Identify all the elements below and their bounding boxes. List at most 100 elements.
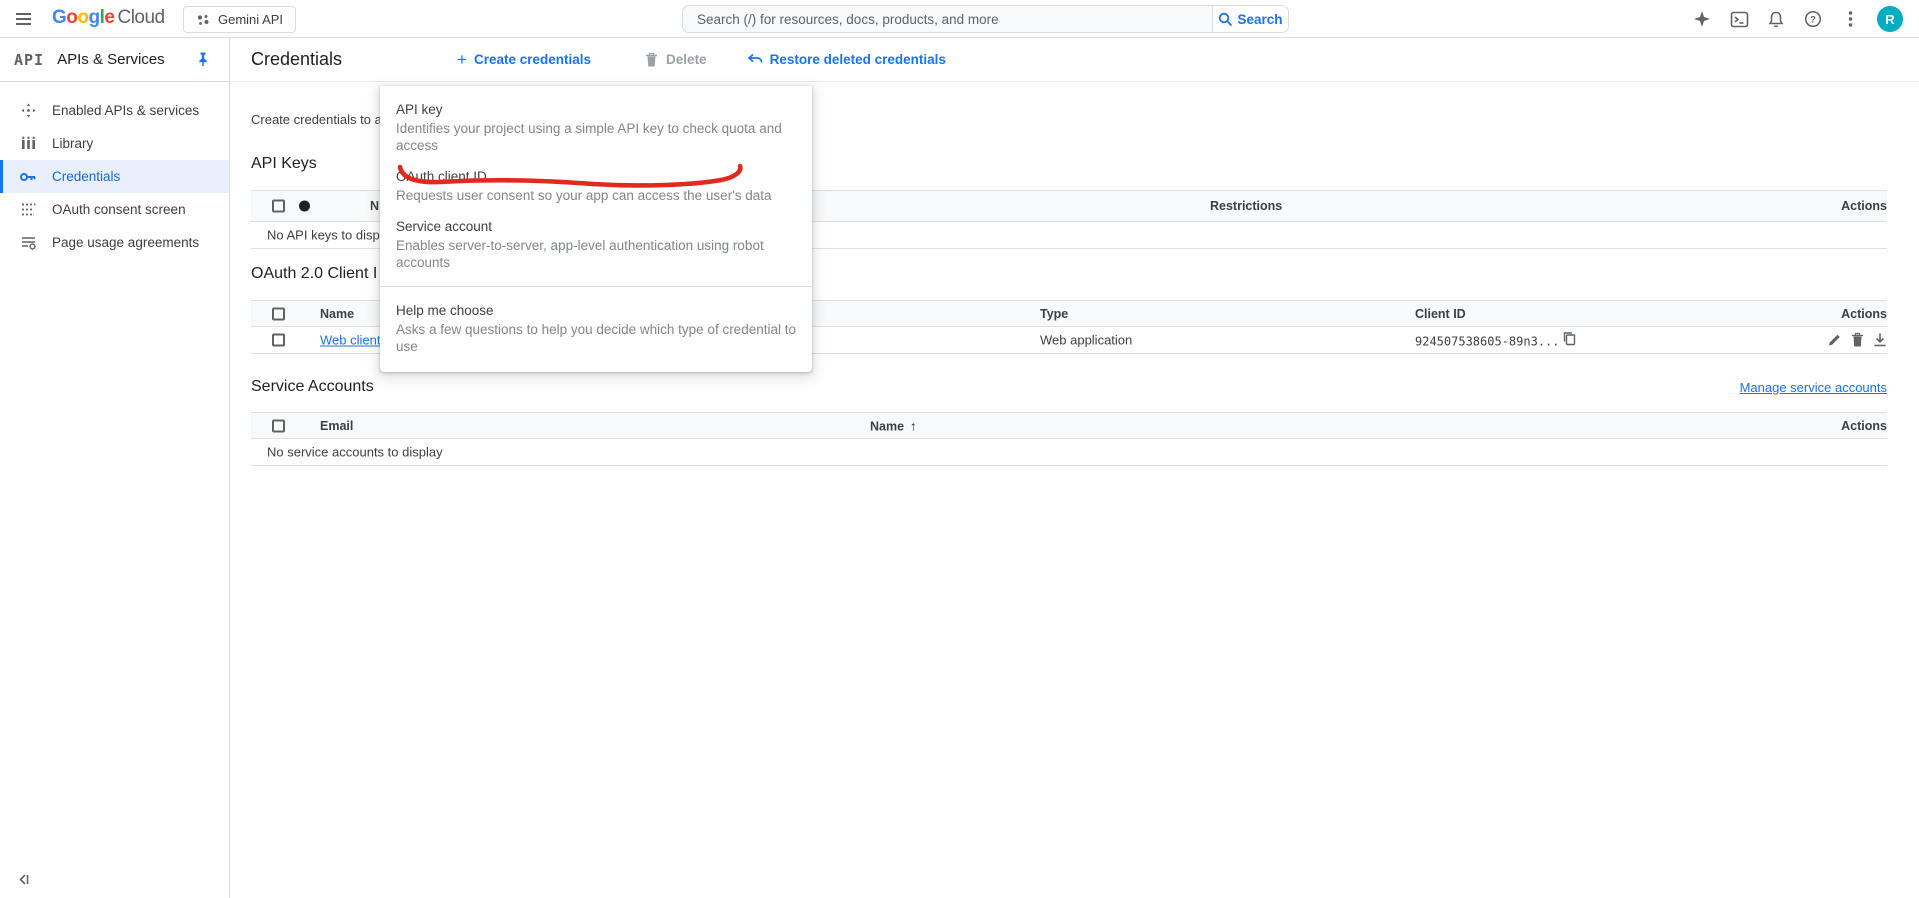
menu-item-service-account[interactable]: Service account Enables server-to-server… <box>380 211 812 278</box>
oauth-clients-heading: OAuth 2.0 Client I <box>251 265 377 283</box>
service-accounts-empty-row: No service accounts to display <box>251 439 1887 466</box>
create-credentials-menu: API key Identifies your project using a … <box>380 86 812 372</box>
delete-icon[interactable] <box>1851 333 1864 348</box>
plus-icon: + <box>457 51 467 68</box>
restore-credentials-button[interactable]: Restore deleted credentials <box>747 52 946 67</box>
gemini-sparkle-icon[interactable] <box>1692 9 1712 29</box>
service-accounts-empty-text: No service accounts to display <box>267 445 443 460</box>
project-name: Gemini API <box>218 12 283 27</box>
key-icon <box>19 168 37 186</box>
logo-letter: g <box>89 7 100 28</box>
logo-cloud-text: Cloud <box>117 7 164 28</box>
project-selector[interactable]: Gemini API <box>183 6 296 33</box>
page-toolbar: Credentials + Create credentials Delete … <box>230 38 1919 82</box>
collapse-sidebar-icon[interactable] <box>16 872 32 888</box>
logo-letter: o <box>66 7 77 28</box>
create-credentials-button[interactable]: + Create credentials <box>457 51 591 68</box>
library-icon <box>19 135 37 153</box>
sidebar-nav: Enabled APIs & services Library Credenti… <box>0 82 229 259</box>
search-input[interactable] <box>683 6 1212 32</box>
search-button[interactable]: Search <box>1212 6 1288 32</box>
menu-item-help-me-choose[interactable]: Help me choose Asks a few questions to h… <box>380 295 812 362</box>
menu-icon[interactable] <box>14 9 34 29</box>
oauth-client-id-value: 924507538605-89n3... <box>1415 335 1560 349</box>
menu-divider <box>380 286 812 287</box>
oauth-client-id-cell: 924507538605-89n3... <box>1415 332 1576 349</box>
logo-letter: o <box>77 7 88 28</box>
menu-item-title: API key <box>396 101 796 118</box>
logo-letter: e <box>104 7 114 28</box>
search-button-label: Search <box>1237 12 1282 27</box>
copy-icon[interactable] <box>1563 332 1576 346</box>
top-bar: GoogleCloud Gemini API Search <box>0 0 1919 38</box>
menu-item-api-key[interactable]: API key Identifies your project using a … <box>380 94 812 161</box>
menu-item-title: OAuth client ID <box>396 168 796 185</box>
select-all-checkbox[interactable] <box>272 200 285 213</box>
menu-item-oauth-client-id[interactable]: OAuth client ID Requests user consent so… <box>380 161 812 211</box>
pin-icon[interactable] <box>195 51 211 67</box>
oauth-row-actions <box>1827 333 1887 348</box>
name-column-header[interactable]: N <box>370 199 379 213</box>
select-all-checkbox[interactable] <box>272 419 285 432</box>
svg-text:?: ? <box>1810 14 1816 25</box>
sidebar-item-oauth-consent[interactable]: OAuth consent screen <box>0 193 229 226</box>
actions-column-header: Actions <box>1841 307 1887 321</box>
sidebar-item-label: Credentials <box>52 169 120 184</box>
menu-item-description: Asks a few questions to help you decide … <box>396 321 796 355</box>
menu-item-description: Requests user consent so your app can ac… <box>396 187 796 204</box>
top-bar-actions: ? R <box>1692 0 1903 38</box>
more-options-icon[interactable] <box>1840 9 1860 29</box>
logo-letter: G <box>52 7 66 28</box>
select-all-checkbox[interactable] <box>272 307 285 320</box>
api-product-icon: API <box>14 51 44 69</box>
project-icon <box>196 13 210 27</box>
sidebar-item-label: OAuth consent screen <box>52 202 186 217</box>
delete-button[interactable]: Delete <box>644 52 707 68</box>
status-dot-icon <box>299 201 310 212</box>
service-accounts-table-header: Email Name↑ Actions <box>251 412 1887 439</box>
undo-arrow-icon <box>747 53 763 67</box>
page-title: Credentials <box>251 49 342 70</box>
name-column-header[interactable]: Name <box>320 307 354 321</box>
sidebar-item-label: Page usage agreements <box>52 235 199 250</box>
sidebar-item-label: Library <box>52 136 93 151</box>
manage-service-accounts-link[interactable]: Manage service accounts <box>1740 380 1887 395</box>
client-id-column-header: Client ID <box>1415 307 1466 321</box>
global-search: Search <box>682 5 1289 33</box>
api-keys-empty-text: No API keys to displ <box>267 228 383 243</box>
sidebar-header: API APIs & Services <box>0 38 229 82</box>
service-accounts-heading: Service Accounts <box>251 378 374 396</box>
menu-item-title: Help me choose <box>396 302 796 319</box>
google-cloud-console: GoogleCloud Gemini API Search <box>0 0 1919 898</box>
sidebar-item-credentials[interactable]: Credentials <box>0 160 229 193</box>
create-credentials-label: Create credentials <box>474 52 591 67</box>
trash-icon <box>644 52 659 68</box>
menu-item-description: Enables server-to-server, app-level auth… <box>396 237 796 271</box>
google-cloud-logo[interactable]: GoogleCloud <box>52 7 165 29</box>
menu-item-description: Identifies your project using a simple A… <box>396 120 796 154</box>
row-checkbox[interactable] <box>272 334 285 347</box>
delete-label: Delete <box>666 52 707 67</box>
cloud-shell-icon[interactable] <box>1729 9 1749 29</box>
agreements-icon <box>19 234 37 252</box>
sidebar-item-page-usage[interactable]: Page usage agreements <box>0 226 229 259</box>
menu-item-title: Service account <box>396 218 796 235</box>
sidebar-item-enabled-apis[interactable]: Enabled APIs & services <box>0 94 229 127</box>
consent-screen-icon <box>19 201 37 219</box>
enabled-apis-icon <box>19 102 37 120</box>
restore-credentials-label: Restore deleted credentials <box>770 52 946 67</box>
type-column-header: Type <box>1040 307 1068 321</box>
sidebar: API APIs & Services Enabled APIs & servi… <box>0 38 230 898</box>
edit-icon[interactable] <box>1827 333 1842 348</box>
download-icon[interactable] <box>1873 333 1887 348</box>
actions-column-header: Actions <box>1841 419 1887 433</box>
actions-column-header: Actions <box>1841 199 1887 213</box>
account-avatar[interactable]: R <box>1877 6 1903 32</box>
oauth-client-type: Web application <box>1040 333 1132 348</box>
name-column-header[interactable]: Name↑ <box>870 418 917 433</box>
sidebar-title: APIs & Services <box>57 51 165 68</box>
notifications-bell-icon[interactable] <box>1766 9 1786 29</box>
help-icon[interactable]: ? <box>1803 9 1823 29</box>
sidebar-item-library[interactable]: Library <box>0 127 229 160</box>
sidebar-item-label: Enabled APIs & services <box>52 103 199 118</box>
